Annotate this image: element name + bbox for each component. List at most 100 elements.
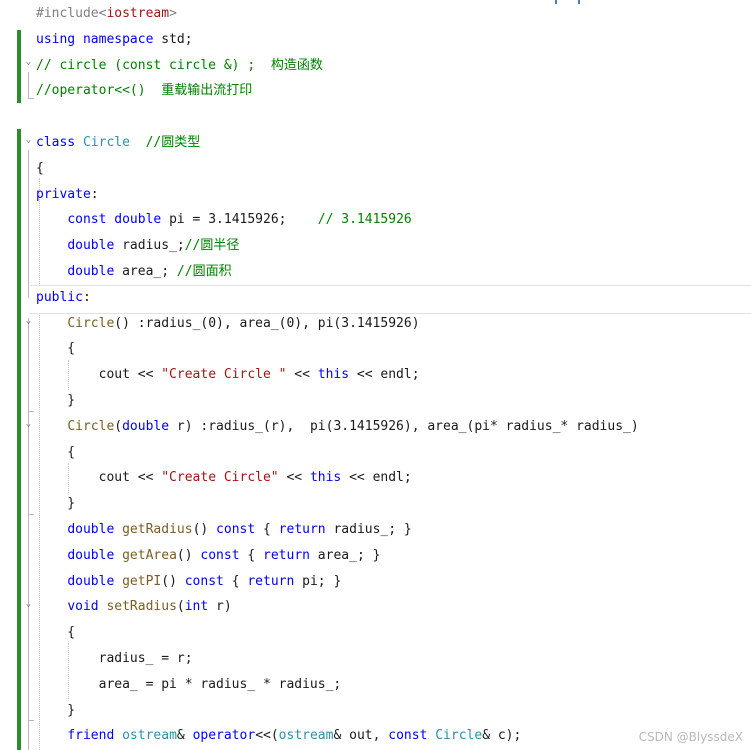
fold-toggle-icon[interactable]: ⌄ xyxy=(24,595,33,617)
code-line[interactable]: } xyxy=(36,700,75,722)
comment-token: // xyxy=(176,264,193,279)
code-line[interactable]: class Circle //圆类型 xyxy=(36,132,200,154)
code-line[interactable]: { xyxy=(36,158,44,180)
function-token: getPI xyxy=(122,573,162,589)
code-token: std; xyxy=(153,31,193,47)
code-line[interactable]: double getRadius() const { return radius… xyxy=(36,519,411,541)
function-token: getArea xyxy=(122,547,177,563)
change-indicator-bar xyxy=(17,30,21,103)
keyword-token: double xyxy=(67,573,115,589)
code-token: pi = 3.1415926; xyxy=(161,212,318,228)
code-token: & c); xyxy=(482,728,522,744)
code-line[interactable]: //operator<<() 重载输出流打印 xyxy=(36,80,252,102)
code-line[interactable]: area_ = pi * radius_ * radius_; xyxy=(36,674,342,696)
keyword-token: const xyxy=(200,547,240,563)
keyword-token: namespace xyxy=(82,31,154,47)
code-token: pi; } xyxy=(294,573,342,589)
code-line[interactable]: cout << "Create Circle" << this << endl; xyxy=(36,467,412,489)
code-token: { xyxy=(36,444,76,460)
code-token: << endl; xyxy=(349,367,420,383)
keyword-token: this xyxy=(317,367,350,383)
preprocessor-token: > xyxy=(169,6,177,21)
code-line[interactable]: Circle(double r) :radius_(r), pi(3.14159… xyxy=(36,416,638,438)
keyword-token: return xyxy=(247,573,295,589)
current-line-highlight xyxy=(30,285,751,314)
fold-toggle-icon[interactable]: ⌄ xyxy=(24,53,33,75)
code-line[interactable]: private: xyxy=(36,184,99,206)
code-token: { xyxy=(223,573,248,589)
top-scroll-marker xyxy=(555,0,557,4)
code-line[interactable]: #include<iostream> xyxy=(36,3,177,25)
fold-scope-line xyxy=(28,318,29,750)
code-line[interactable]: } xyxy=(36,390,75,412)
code-token: radius_; xyxy=(114,238,185,254)
code-token: << endl; xyxy=(341,470,412,486)
code-token: << xyxy=(286,367,318,383)
fold-toggle-icon[interactable]: ⌄ xyxy=(24,415,33,437)
fold-scope-line xyxy=(28,72,29,98)
keyword-token: friend xyxy=(67,728,115,744)
keyword-token: double xyxy=(122,418,170,434)
code-line[interactable]: Circle() :radius_(0), area_(0), pi(3.141… xyxy=(36,313,419,335)
code-line[interactable]: const double pi = 3.1415926; // 3.141592… xyxy=(36,209,411,231)
string-token: "Create Circle " xyxy=(161,367,287,383)
code-token: cout << xyxy=(36,470,162,486)
code-token: () xyxy=(192,522,217,537)
keyword-token: public xyxy=(36,289,83,305)
code-line[interactable]: double getArea() const { return area_; } xyxy=(36,545,380,567)
type-token: Circle xyxy=(435,728,483,744)
change-indicator-bar xyxy=(17,129,21,750)
code-line[interactable]: double getPI() const { return pi; } xyxy=(36,571,341,593)
code-line[interactable]: { xyxy=(36,338,75,360)
fold-scope-end xyxy=(28,411,34,412)
code-line[interactable]: cout << "Create Circle " << this << endl… xyxy=(36,364,420,386)
code-token: { xyxy=(36,625,76,641)
code-line[interactable]: double area_; //圆面积 xyxy=(36,261,231,283)
type-token: ostream xyxy=(122,728,177,744)
fold-toggle-icon[interactable]: ⌄ xyxy=(24,131,33,153)
code-token: { xyxy=(36,341,76,357)
keyword-token: const xyxy=(67,212,107,228)
code-line[interactable]: friend ostream& operator<<(ostream& out,… xyxy=(36,725,521,747)
code-line[interactable]: double radius_;//圆半径 xyxy=(36,235,239,257)
code-token: ( xyxy=(114,418,123,434)
string-token: "Create Circle" xyxy=(161,470,279,486)
function-token: Circle xyxy=(67,315,115,331)
fold-scope-end xyxy=(28,720,34,721)
string-token: iostream xyxy=(106,6,170,21)
comment-token: 构造函数 xyxy=(270,57,323,73)
code-token: { xyxy=(255,522,279,537)
code-token: << xyxy=(278,470,310,486)
fold-scope-end xyxy=(28,98,34,99)
code-token: { xyxy=(36,160,44,176)
code-line[interactable]: { xyxy=(36,622,75,644)
type-token: Circle xyxy=(82,135,130,150)
comment-token: //operator<<() xyxy=(36,83,162,99)
code-token: & xyxy=(176,728,193,744)
code-line[interactable]: void setRadius(int r) xyxy=(36,596,231,618)
code-line[interactable]: } xyxy=(36,493,75,515)
top-scroll-marker xyxy=(578,0,580,4)
code-line[interactable]: public: xyxy=(36,287,91,309)
code-line[interactable]: radius_ = r; xyxy=(36,648,193,670)
code-token: radius_ = r; xyxy=(36,651,193,666)
keyword-token: using xyxy=(36,31,76,47)
code-editor[interactable]: ⌄ ⌄ ⌄ ⌄ ⌄ #include<iostream> using namesp… xyxy=(0,0,751,750)
keyword-token: double xyxy=(114,212,162,228)
code-line[interactable]: // circle (const circle &) ; 构造函数 xyxy=(36,55,323,77)
code-token: & out, xyxy=(333,728,389,744)
fold-toggle-icon[interactable]: ⌄ xyxy=(24,312,33,334)
code-line[interactable]: { xyxy=(36,442,75,464)
code-line[interactable]: using namespace std; xyxy=(36,29,193,51)
